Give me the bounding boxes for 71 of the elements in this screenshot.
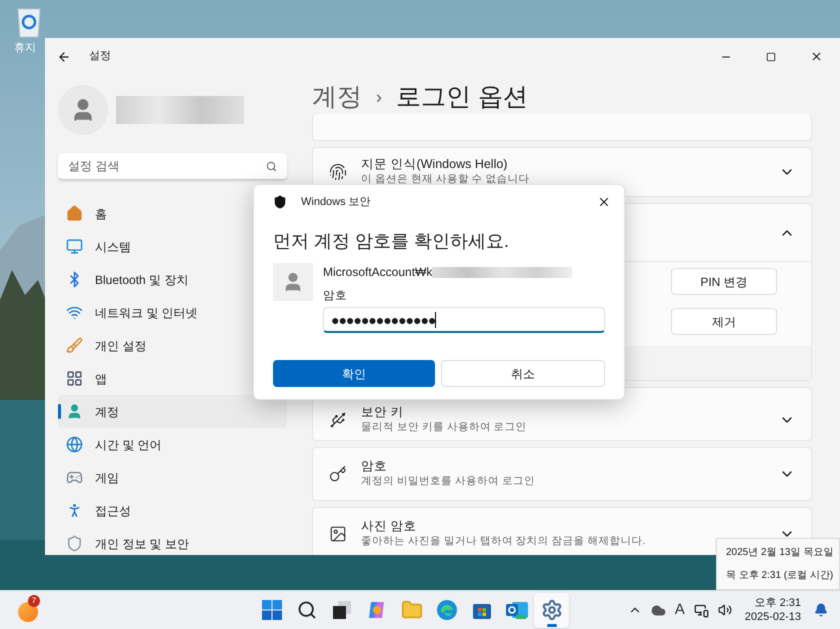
desktop-icon-label: 휴지 (14, 41, 37, 56)
weather-icon[interactable] (18, 602, 38, 622)
nav-item[interactable]: 시간 및 언어 (58, 428, 287, 461)
image-icon (329, 525, 347, 543)
nav-item[interactable]: 개인 설정 (58, 329, 287, 362)
breadcrumb-separator: › (376, 86, 382, 109)
search-icon (266, 161, 277, 172)
card-subtitle: 좋아하는 사진을 밀거나 탭하여 장치의 잠금을 해제합니다. (361, 534, 646, 549)
personalize-icon (66, 337, 83, 354)
card-button[interactable]: 제거 (671, 308, 777, 335)
accounts-icon (66, 403, 83, 420)
card-title: 보안 키 (361, 405, 404, 420)
bell-icon[interactable] (814, 603, 828, 617)
recycle-bin-icon[interactable] (16, 6, 42, 38)
privacy-icon (66, 535, 83, 552)
page-title: 로그인 옵션 (396, 82, 528, 113)
card-title: 암호 (361, 459, 388, 474)
settings-card[interactable]: 암호 계정의 비밀번호를 사용하여 로그인 (312, 447, 812, 501)
browser-icon (436, 600, 456, 620)
nav-item[interactable]: 게임 (58, 461, 287, 494)
security-key-icon (329, 411, 347, 429)
speaker-icon[interactable] (718, 603, 732, 617)
nav-item[interactable]: 접근성 (58, 494, 287, 527)
card-subtitle: 계정의 비밀번호를 사용하여 로그인 (361, 474, 535, 489)
search-field[interactable]: 설정 검색 (58, 153, 287, 180)
nav-item[interactable]: 계정 (58, 395, 287, 428)
tooltip-text: 목 오후 2:31 (로컬 시간) (726, 569, 834, 583)
gear-icon (540, 599, 562, 621)
active-indicator (546, 624, 556, 626)
dialog-heading: 먼저 계정 암호를 확인하세요. (273, 230, 510, 253)
task-view-icon (332, 601, 350, 619)
breadcrumb-parent[interactable]: 계정 (312, 78, 362, 116)
gaming-icon (66, 469, 83, 486)
fingerprint-icon (329, 163, 347, 181)
nav-item[interactable]: 개인 정보 및 보안 (58, 527, 287, 555)
home-icon (66, 205, 83, 222)
clock[interactable]: 오후 2:31 2025-02-13 (740, 596, 805, 624)
system-icon (66, 238, 83, 255)
card-title: 사진 암호 (361, 519, 418, 534)
mail-app-icon (506, 600, 528, 620)
time-icon (66, 436, 83, 453)
card-title: 지문 인식(Windows Hello) (361, 157, 508, 172)
key-icon (329, 465, 347, 483)
input-method-indicator[interactable]: A (674, 598, 685, 622)
selection-indicator (58, 404, 61, 419)
account-name: MicrosoftAccount₩k (323, 264, 432, 281)
window-title: 설정 (89, 49, 111, 64)
dialog-title: Windows 보안 (301, 194, 371, 210)
card-subtitle: 이 옵션은 현재 사용할 수 없습니다 (361, 172, 530, 187)
network-icon (66, 304, 83, 321)
network-icon[interactable] (694, 602, 709, 618)
close-icon[interactable] (810, 50, 823, 63)
nav-item[interactable]: 네트워크 및 인터넷 (58, 296, 287, 329)
card-button[interactable]: PIN 변경 (671, 268, 777, 295)
back-icon[interactable] (57, 50, 71, 64)
confirm-button[interactable]: 확인 (273, 360, 435, 387)
password-field[interactable]: ●●●●●●●●●●●●●● (323, 307, 605, 334)
folder-icon (400, 599, 422, 621)
cancel-button[interactable]: 취소 (441, 360, 605, 387)
search-icon (296, 600, 316, 620)
card-subtitle: 물리적 보안 키를 사용하여 로그인 (361, 420, 527, 435)
apps-icon (66, 370, 83, 387)
field-label: 암호 (323, 289, 348, 304)
nav-item[interactable]: Bluetooth 및 장치 (58, 263, 287, 296)
notification-badge: 7 (28, 595, 40, 607)
cloud-icon[interactable] (650, 602, 666, 618)
shield-icon (273, 195, 287, 209)
start-icon (262, 600, 282, 620)
close-icon[interactable] (597, 195, 611, 209)
copilot-icon (366, 600, 386, 620)
maximize-icon[interactable] (766, 52, 776, 62)
